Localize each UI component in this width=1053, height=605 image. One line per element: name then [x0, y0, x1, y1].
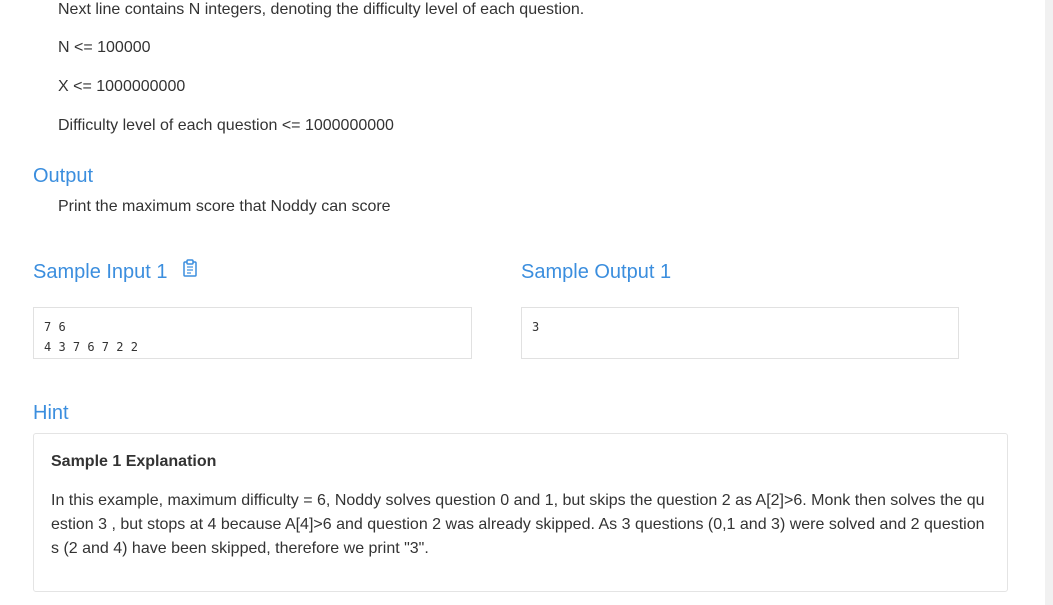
constraint-difficulty: Difficulty level of each question <= 100… — [58, 117, 394, 134]
sample-output-box[interactable]: 3 — [521, 307, 959, 359]
clipboard-icon[interactable] — [183, 258, 197, 284]
output-description: Print the maximum score that Noddy can s… — [58, 198, 391, 215]
output-section-title: Output — [33, 165, 94, 187]
sample-input-title-text: Sample Input 1 — [33, 261, 168, 283]
sample-input-title: Sample Input 1 — [33, 258, 197, 286]
constraint-n: N <= 100000 — [58, 39, 151, 56]
hint-explanation: In this example, maximum difficulty = 6,… — [51, 492, 985, 557]
constraint-x: X <= 1000000000 — [58, 78, 186, 95]
problem-statement-page: Next line contains N integers, denoting … — [0, 0, 1053, 605]
sample-input-box[interactable]: 7 6 4 3 7 6 7 2 2 — [33, 307, 472, 359]
hint-title: Hint — [33, 402, 69, 424]
sample-output-title: Sample Output 1 — [521, 261, 672, 283]
input-difficulty-line: Next line contains N integers, denoting … — [58, 1, 585, 18]
hint-card: Sample 1 Explanation In this example, ma… — [33, 433, 1008, 592]
scrollbar[interactable] — [1045, 0, 1053, 605]
hint-heading: Sample 1 Explanation — [51, 453, 217, 470]
